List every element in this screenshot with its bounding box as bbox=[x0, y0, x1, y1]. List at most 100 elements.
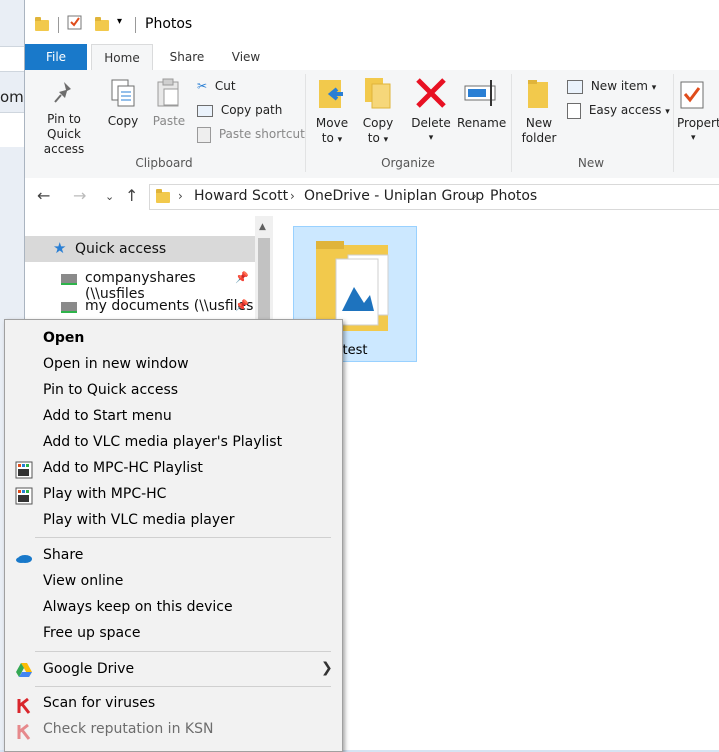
address-box[interactable]: › Howard Scott › OneDrive - Uniplan Grou… bbox=[149, 184, 719, 210]
dropdown-arrow-icon: ▾ bbox=[691, 133, 696, 143]
tab-share[interactable]: Share bbox=[159, 44, 215, 70]
copy-button[interactable]: Copy bbox=[103, 78, 143, 129]
menu-item-play-mpc[interactable]: Play with MPC-HC bbox=[43, 486, 166, 502]
ribbon-tabs: File Home Share View bbox=[25, 44, 719, 72]
title-bar: ▾ Photos bbox=[25, 0, 719, 44]
menu-item-always-keep[interactable]: Always keep on this device bbox=[43, 599, 233, 615]
menu-item-check-reputation[interactable]: Check reputation in KSN bbox=[43, 721, 213, 737]
menu-item-open[interactable]: Open bbox=[43, 330, 84, 346]
network-drive-icon bbox=[61, 302, 77, 313]
submenu-arrow-icon: ❯ bbox=[321, 660, 333, 676]
background-tab[interactable] bbox=[0, 46, 25, 72]
forward-arrow-icon[interactable]: → bbox=[73, 186, 86, 205]
pin-to-quick-access-button[interactable]: Pin to Quick access bbox=[29, 78, 99, 157]
move-to-button[interactable]: Move to ▾ bbox=[311, 76, 353, 148]
rename-button[interactable]: Rename bbox=[457, 76, 506, 131]
menu-item-add-vlc-playlist[interactable]: Add to VLC media player's Playlist bbox=[43, 434, 282, 450]
breadcrumb-item[interactable]: Howard Scott bbox=[194, 188, 288, 204]
menu-item-add-start-menu[interactable]: Add to Start menu bbox=[43, 408, 172, 424]
menu-separator bbox=[35, 686, 331, 687]
dropdown-arrow-icon: ▾ bbox=[337, 135, 343, 145]
paste-icon bbox=[157, 78, 179, 107]
menu-item-pin-quick-access[interactable]: Pin to Quick access bbox=[43, 382, 178, 398]
qat-separator bbox=[58, 17, 59, 33]
paste-shortcut-icon bbox=[197, 126, 211, 143]
star-icon: ★ bbox=[53, 239, 67, 257]
clipboard-group-label: Clipboard bbox=[135, 156, 193, 170]
nav-item-quick-access[interactable]: ★ Quick access bbox=[25, 236, 255, 262]
easy-access-button[interactable]: Easy access ▾ bbox=[567, 102, 670, 120]
copy-icon bbox=[111, 79, 135, 107]
scissors-icon: ✂ bbox=[197, 79, 208, 93]
organize-group-label: Organize bbox=[381, 156, 435, 170]
nav-item-my-documents[interactable]: my documents (\\usfiles 📌 bbox=[25, 294, 255, 320]
breadcrumb-item[interactable]: Photos bbox=[490, 188, 537, 204]
pin-icon[interactable]: 📌 bbox=[235, 299, 249, 312]
copy-to-button[interactable]: Copy to ▾ bbox=[357, 76, 399, 148]
menu-item-play-vlc[interactable]: Play with VLC media player bbox=[43, 512, 234, 528]
copy-path-button[interactable]: Copy path bbox=[197, 102, 282, 118]
chevron-right-icon[interactable]: › bbox=[178, 189, 183, 203]
paste-button[interactable]: Paste bbox=[149, 78, 189, 129]
dropdown-arrow-icon: ▾ bbox=[665, 107, 670, 117]
menu-separator bbox=[35, 537, 331, 538]
move-to-icon bbox=[319, 80, 343, 108]
tab-view[interactable]: View bbox=[221, 44, 271, 70]
rename-icon bbox=[464, 80, 496, 106]
new-folder-button[interactable]: New folder bbox=[517, 76, 561, 146]
kaspersky-icon bbox=[15, 697, 33, 715]
back-arrow-icon[interactable]: ← bbox=[37, 186, 50, 205]
menu-item-scan-viruses[interactable]: Scan for viruses bbox=[43, 695, 155, 711]
new-item-button[interactable]: New item ▾ bbox=[567, 78, 656, 96]
copy-to-icon bbox=[365, 78, 391, 109]
background-text-fragment: om bbox=[0, 88, 24, 106]
chevron-right-icon[interactable]: › bbox=[290, 189, 295, 203]
scroll-up-arrow-icon[interactable]: ▲ bbox=[259, 222, 266, 232]
new-folder-icon bbox=[528, 80, 548, 108]
copy-path-icon bbox=[197, 104, 213, 117]
properties-qat-icon[interactable] bbox=[67, 14, 83, 34]
paste-shortcut-button[interactable]: Paste shortcut bbox=[197, 126, 305, 143]
new-group-label: New bbox=[577, 156, 605, 170]
breadcrumb-item[interactable]: OneDrive - Uniplan Group bbox=[304, 188, 484, 204]
chevron-right-icon[interactable]: › bbox=[472, 189, 477, 203]
new-folder-qat-icon[interactable] bbox=[95, 17, 109, 31]
network-drive-icon bbox=[61, 274, 77, 285]
customize-qat-icon[interactable]: ▾ bbox=[117, 16, 122, 36]
window-title: Photos bbox=[145, 16, 193, 32]
menu-item-share[interactable]: Share bbox=[43, 547, 83, 563]
dropdown-arrow-icon: ▾ bbox=[651, 83, 657, 93]
context-menu: Open Open in new window Pin to Quick acc… bbox=[4, 319, 343, 752]
title-separator bbox=[135, 17, 136, 33]
properties-icon bbox=[680, 81, 704, 109]
easy-access-icon bbox=[567, 102, 581, 119]
pin-icon bbox=[54, 82, 71, 103]
background-panel bbox=[0, 112, 24, 147]
scrollbar-thumb[interactable] bbox=[258, 238, 270, 328]
menu-item-add-mpc-playlist[interactable]: Add to MPC-HC Playlist bbox=[43, 460, 203, 476]
pin-icon[interactable]: 📌 bbox=[235, 271, 249, 284]
cut-button[interactable]: ✂ Cut bbox=[197, 78, 236, 94]
properties-button[interactable]: Propert ▾ bbox=[677, 76, 719, 146]
menu-item-view-online[interactable]: View online bbox=[43, 573, 123, 589]
mpc-hc-icon bbox=[15, 461, 33, 479]
folder-icon bbox=[156, 189, 170, 203]
menu-separator bbox=[35, 651, 331, 652]
dropdown-arrow-icon: ▾ bbox=[383, 135, 389, 145]
dropdown-arrow-icon: ▾ bbox=[428, 133, 434, 143]
new-item-icon bbox=[567, 79, 583, 94]
nav-item-companyshares[interactable]: companyshares (\\usfiles 📌 bbox=[25, 266, 255, 302]
tab-file[interactable]: File bbox=[25, 44, 87, 70]
group-divider bbox=[673, 74, 674, 172]
up-arrow-icon[interactable]: ↑ bbox=[125, 186, 138, 205]
menu-item-open-new-window[interactable]: Open in new window bbox=[43, 356, 189, 372]
mpc-hc-icon bbox=[15, 487, 33, 505]
delete-x-icon bbox=[416, 78, 446, 108]
delete-button[interactable]: Delete ▾ bbox=[409, 76, 453, 146]
tab-home[interactable]: Home bbox=[91, 44, 153, 72]
menu-item-free-space[interactable]: Free up space bbox=[43, 625, 140, 641]
folder-icon bbox=[35, 17, 49, 31]
menu-item-google-drive[interactable]: Google Drive bbox=[43, 661, 134, 677]
ribbon: Pin to Quick access Copy Paste ✂ Cut Cop… bbox=[25, 70, 719, 179]
recent-locations-chevron-icon[interactable]: ⌄ bbox=[105, 190, 114, 203]
